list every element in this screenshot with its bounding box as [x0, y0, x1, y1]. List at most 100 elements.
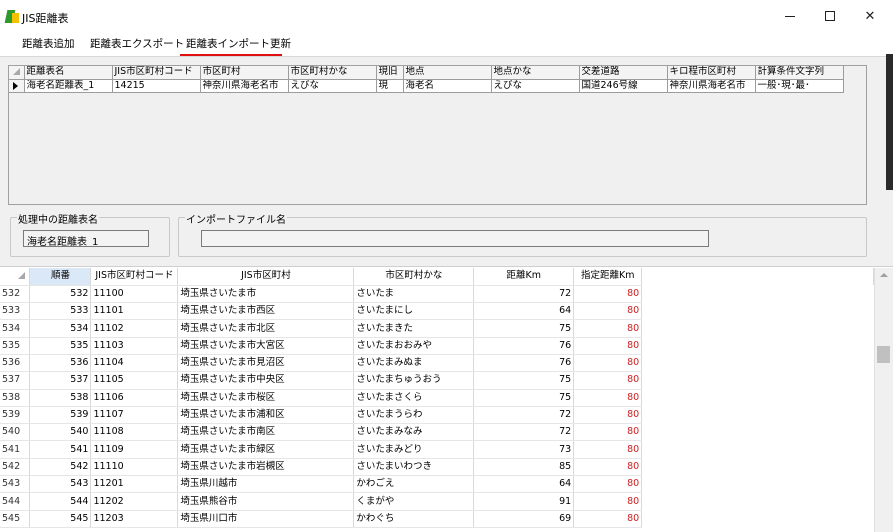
- menu-import-update[interactable]: 距離表インポート更新: [186, 36, 291, 51]
- cell-municipality[interactable]: 埼玉県さいたま市北区: [177, 319, 355, 338]
- cell-distance[interactable]: 72: [473, 406, 575, 425]
- cell-order[interactable]: 542: [29, 458, 92, 477]
- cell-municipality[interactable]: 埼玉県さいたま市緑区: [177, 440, 355, 459]
- cell-jis-code[interactable]: 11108: [90, 423, 179, 442]
- row-header[interactable]: 543: [0, 475, 31, 494]
- row-header[interactable]: 534: [0, 319, 31, 338]
- table-row[interactable]: 537 537 11105 埼玉県さいたま市中央区 さいたまちゅうおう 75 80: [0, 371, 874, 390]
- cell-order[interactable]: 537: [29, 371, 92, 390]
- cell[interactable]: 一般･現･最･: [755, 79, 844, 93]
- cell-municipality[interactable]: 埼玉県熊谷市: [177, 492, 355, 511]
- scroll-thumb[interactable]: [877, 346, 890, 363]
- cell-designated-distance[interactable]: 80: [573, 492, 643, 511]
- cell-municipality[interactable]: 埼玉県さいたま市見沼区: [177, 354, 355, 373]
- row-header[interactable]: 538: [0, 389, 31, 407]
- row-header[interactable]: [9, 79, 25, 93]
- cell-municipality[interactable]: 埼玉県さいたま市大宮区: [177, 337, 355, 355]
- cell-order[interactable]: 539: [29, 406, 92, 425]
- cell-jis-code[interactable]: 11202: [90, 492, 179, 511]
- table-row[interactable]: 532 532 11100 埼玉県さいたま市 さいたま 72 80: [0, 285, 874, 304]
- vertical-scrollbar[interactable]: [874, 268, 893, 532]
- cell-kana[interactable]: くまがや: [353, 492, 475, 511]
- cell-distance[interactable]: 91: [473, 492, 575, 511]
- maximize-button[interactable]: [808, 0, 852, 32]
- col-header-designated-distance[interactable]: 指定距離Km: [573, 268, 643, 286]
- close-button[interactable]: ✕: [848, 0, 892, 32]
- col-header[interactable]: 距離表名: [24, 66, 113, 80]
- row-header[interactable]: 535: [0, 337, 31, 355]
- col-header-distance[interactable]: 距離Km: [473, 268, 575, 286]
- cell-designated-distance[interactable]: 80: [573, 337, 643, 355]
- cell-order[interactable]: 536: [29, 354, 92, 373]
- cell-order[interactable]: 543: [29, 475, 92, 494]
- cell-jis-code[interactable]: 11110: [90, 458, 179, 477]
- cell-distance[interactable]: 73: [473, 440, 575, 459]
- cell-designated-distance[interactable]: 80: [573, 423, 643, 442]
- col-header-jis-municipality[interactable]: JIS市区町村: [177, 268, 355, 286]
- cell-municipality[interactable]: 埼玉県さいたま市岩槻区: [177, 458, 355, 477]
- col-header[interactable]: 市区町村: [200, 66, 289, 80]
- cell[interactable]: えびな: [491, 79, 580, 93]
- col-header[interactable]: 交差道路: [579, 66, 668, 80]
- cell-municipality[interactable]: 埼玉県さいたま市浦和区: [177, 406, 355, 425]
- cell-designated-distance[interactable]: 80: [573, 285, 643, 304]
- cell-kana[interactable]: さいたまちゅうおう: [353, 371, 475, 390]
- col-header[interactable]: 市区町村かな: [288, 66, 377, 80]
- cell-order[interactable]: 534: [29, 319, 92, 338]
- col-header[interactable]: 現旧: [376, 66, 404, 80]
- table-row[interactable]: 541 541 11109 埼玉県さいたま市緑区 さいたまみどり 73 80: [0, 440, 874, 459]
- cell-distance[interactable]: 72: [473, 423, 575, 442]
- row-header[interactable]: 536: [0, 354, 31, 373]
- splitter[interactable]: [0, 262, 893, 267]
- scroll-up-button[interactable]: [875, 268, 893, 282]
- col-header-kana[interactable]: 市区町村かな: [353, 268, 475, 286]
- col-header-order[interactable]: 順番: [29, 268, 92, 286]
- table-row[interactable]: 534 534 11102 埼玉県さいたま市北区 さいたまきた 75 80: [0, 319, 874, 338]
- cell[interactable]: 国道246号線: [579, 79, 668, 93]
- cell-municipality[interactable]: 埼玉県川口市: [177, 510, 355, 528]
- cell-kana[interactable]: さいたま: [353, 285, 475, 304]
- cell-order[interactable]: 545: [29, 510, 92, 528]
- cell-municipality[interactable]: 埼玉県さいたま市桜区: [177, 389, 355, 407]
- cell-distance[interactable]: 75: [473, 319, 575, 338]
- table-row[interactable]: 543 543 11201 埼玉県川越市 かわごえ 64 80: [0, 475, 874, 494]
- row-header[interactable]: 533: [0, 302, 31, 321]
- cell-designated-distance[interactable]: 80: [573, 354, 643, 373]
- distance-detail-grid[interactable]: 順番 JIS市区町村コード JIS市区町村 市区町村かな 距離Km 指定距離Km…: [0, 268, 874, 532]
- processing-table-name-field[interactable]: 海老名距離表_1: [23, 230, 149, 247]
- row-header[interactable]: 532: [0, 285, 31, 304]
- cell[interactable]: 海老名: [403, 79, 492, 93]
- cell-jis-code[interactable]: 11106: [90, 389, 179, 407]
- col-header-jis-code[interactable]: JIS市区町村コード: [90, 268, 179, 286]
- menu-add-table[interactable]: 距離表追加: [22, 36, 75, 51]
- row-header[interactable]: 542: [0, 458, 31, 477]
- cell-kana[interactable]: かわぐち: [353, 510, 475, 528]
- minimize-button[interactable]: [768, 0, 812, 32]
- row-header[interactable]: 541: [0, 440, 31, 459]
- table-row[interactable]: 544 544 11202 埼玉県熊谷市 くまがや 91 80: [0, 492, 874, 511]
- cell-jis-code[interactable]: 11102: [90, 319, 179, 338]
- col-header[interactable]: JIS市区町村コード: [112, 66, 201, 80]
- cell-order[interactable]: 533: [29, 302, 92, 321]
- table-row[interactable]: 542 542 11110 埼玉県さいたま市岩槻区 さいたまいわつき 85 80: [0, 458, 874, 477]
- row-header[interactable]: 540: [0, 423, 31, 442]
- table-row[interactable]: 539 539 11107 埼玉県さいたま市浦和区 さいたまうらわ 72 80: [0, 406, 874, 425]
- cell-distance[interactable]: 64: [473, 302, 575, 321]
- cell-distance[interactable]: 72: [473, 285, 575, 304]
- cell[interactable]: 14215: [112, 79, 201, 93]
- cell-jis-code[interactable]: 11201: [90, 475, 179, 494]
- row-header[interactable]: 539: [0, 406, 31, 425]
- cell-order[interactable]: 535: [29, 337, 92, 355]
- cell-designated-distance[interactable]: 80: [573, 406, 643, 425]
- cell-kana[interactable]: さいたまみぬま: [353, 354, 475, 373]
- cell-municipality[interactable]: 埼玉県さいたま市中央区: [177, 371, 355, 390]
- cell-jis-code[interactable]: 11104: [90, 354, 179, 373]
- cell-designated-distance[interactable]: 80: [573, 510, 643, 528]
- cell-kana[interactable]: さいたまみどり: [353, 440, 475, 459]
- col-header[interactable]: キロ程市区町村: [667, 66, 756, 80]
- cell-jis-code[interactable]: 11103: [90, 337, 179, 355]
- row-header[interactable]: 537: [0, 371, 31, 390]
- table-row[interactable]: 533 533 11101 埼玉県さいたま市西区 さいたまにし 64 80: [0, 302, 874, 321]
- cell-designated-distance[interactable]: 80: [573, 440, 643, 459]
- cell-municipality[interactable]: 埼玉県さいたま市西区: [177, 302, 355, 321]
